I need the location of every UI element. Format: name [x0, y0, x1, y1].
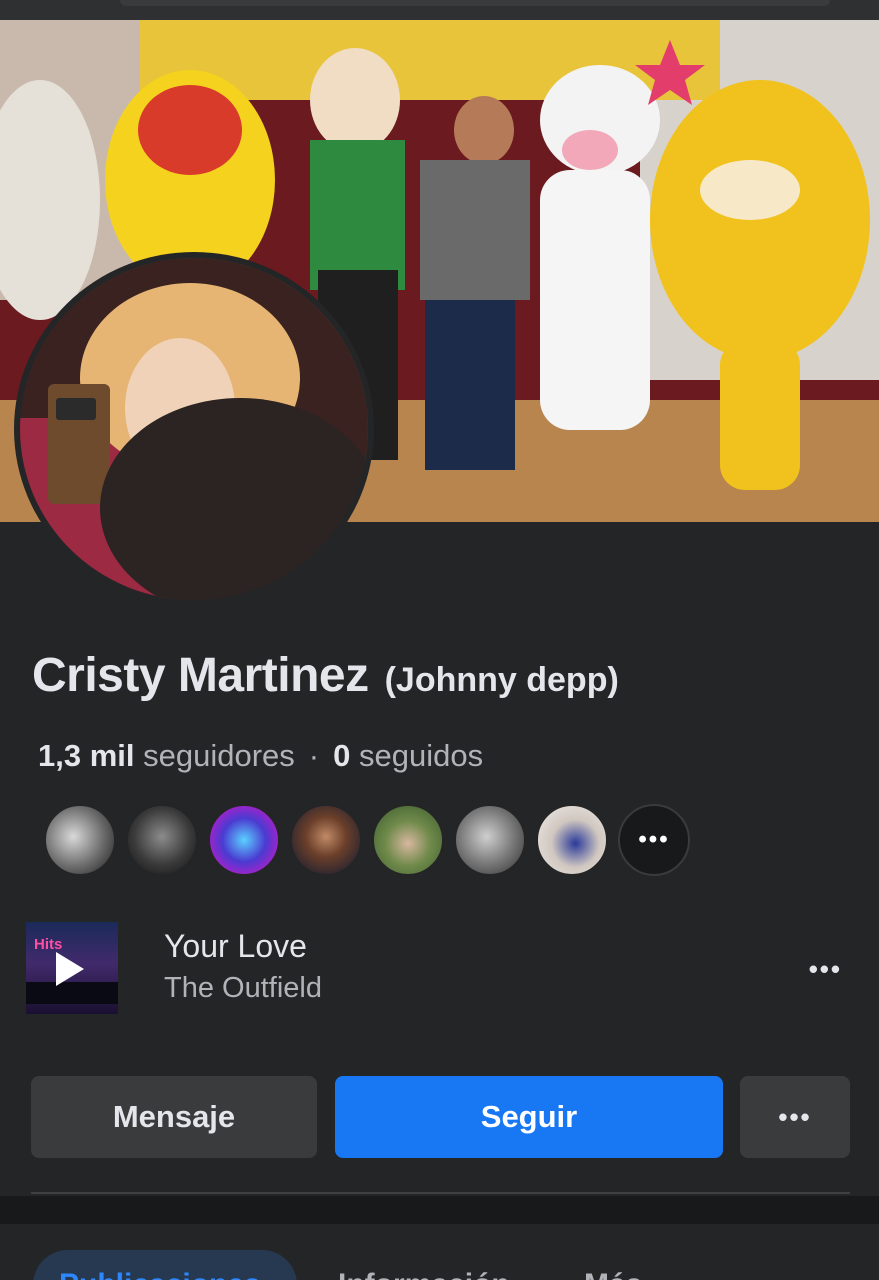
tab-about[interactable]: Información [338, 1268, 510, 1280]
follower-avatar[interactable] [126, 804, 198, 876]
section-divider [31, 1192, 850, 1194]
profile-avatar[interactable] [14, 252, 374, 606]
album-art-text: Hits [34, 936, 63, 953]
followers-label: seguidores [143, 738, 295, 773]
following-label: seguidos [358, 738, 484, 773]
follower-avatar[interactable] [208, 804, 280, 876]
follower-avatar[interactable] [372, 804, 444, 876]
follower-avatar[interactable] [290, 804, 362, 876]
song-title: Your Love [164, 928, 307, 964]
profile-alternate-name: (Johnny depp) [384, 661, 619, 699]
follower-avatar[interactable] [44, 804, 116, 876]
followers-stat[interactable]: 1,3 mil seguidores [38, 738, 295, 773]
profile-photo-illustration [20, 258, 368, 600]
message-button[interactable]: Mensaje [31, 1076, 317, 1158]
album-art[interactable]: Hits [26, 922, 118, 1014]
more-followers-button[interactable]: ••• [618, 804, 690, 876]
play-icon[interactable] [56, 952, 84, 986]
stats-separator: · [308, 738, 320, 773]
follower-avatar[interactable] [454, 804, 526, 876]
follow-button[interactable]: Seguir [335, 1076, 723, 1158]
top-strip [0, 0, 879, 20]
follower-avatar[interactable] [536, 804, 608, 876]
profile-stats: 1,3 mil seguidores · 0 seguidos [38, 738, 483, 774]
profile-tabs: Publicaciones Información Más [0, 1224, 879, 1280]
tab-more[interactable]: Más [584, 1268, 642, 1280]
more-actions-button[interactable]: ••• [740, 1076, 850, 1158]
song-artist: The Outfield [164, 972, 322, 1004]
followers-count: 1,3 mil [38, 738, 135, 773]
music-more-options-icon[interactable]: ••• [809, 954, 842, 985]
following-stat[interactable]: 0 seguidos [333, 738, 483, 773]
profile-name-row: Cristy Martinez (Johnny depp) [32, 648, 619, 703]
following-count: 0 [333, 738, 351, 773]
profile-name: Cristy Martinez [32, 649, 369, 702]
profile-music[interactable]: Hits Your Love The Outfield ••• [26, 922, 852, 1014]
tab-posts[interactable]: Publicaciones [33, 1250, 297, 1280]
section-gap [0, 1196, 879, 1224]
top-bar [120, 0, 830, 6]
profile-photo [20, 258, 368, 600]
followers-preview: ••• [44, 804, 690, 876]
